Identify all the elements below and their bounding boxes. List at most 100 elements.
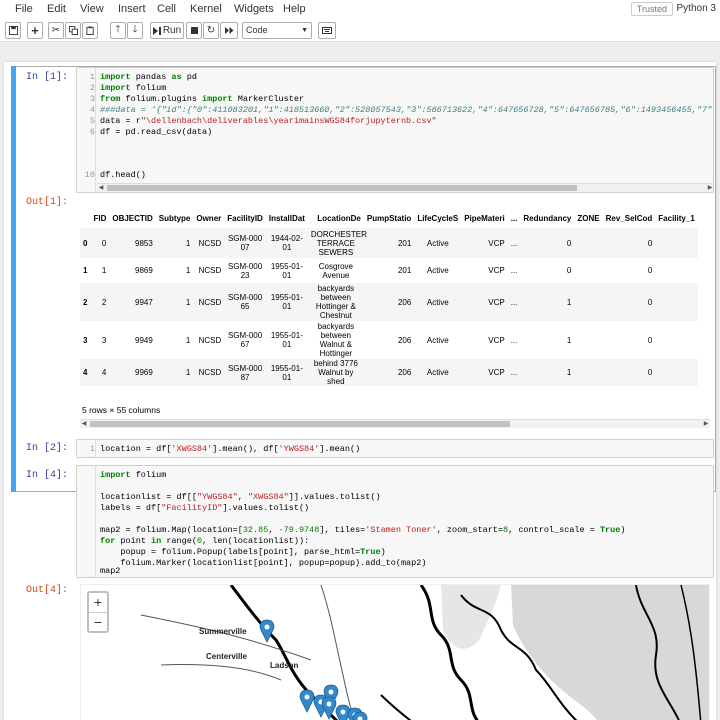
row-index: 4 xyxy=(83,368,88,377)
cell-4-output-prompt: Out[4]: xyxy=(25,585,68,596)
map-marker-icon[interactable] xyxy=(335,704,351,720)
menu-insert[interactable]: Insert xyxy=(118,3,146,15)
copy-icon xyxy=(68,26,78,35)
step-forward-icon xyxy=(152,26,161,35)
move-down-button[interactable]: 🡓 xyxy=(127,22,143,39)
table-cell xyxy=(574,228,602,258)
table-cell: 1955-01-01 xyxy=(270,363,303,382)
table-cell: ... xyxy=(510,297,518,307)
move-up-button[interactable]: 🡑 xyxy=(110,22,126,39)
refresh-icon: ↻ xyxy=(206,25,216,36)
cut-button[interactable]: ✂ xyxy=(48,22,64,39)
table-cell: Active xyxy=(426,266,449,275)
table-cell: NCSD xyxy=(198,368,222,377)
menu-bar: File Edit View Insert Cell Kernel Widget… xyxy=(0,0,720,18)
row-index: 0 xyxy=(83,238,88,248)
copy-button[interactable] xyxy=(65,22,81,39)
menu-edit[interactable]: Edit xyxy=(47,3,66,15)
column-header: ZONE xyxy=(577,213,600,223)
table-row: 4 4 9969 1 NCSD SGM-00087 1955-01-01 behind 377… xyxy=(80,359,698,386)
map-marker-icon[interactable] xyxy=(259,619,275,643)
table-cell: 1 xyxy=(185,368,191,377)
table-cell: 201 xyxy=(397,238,412,248)
code-horizontal-scrollbar[interactable]: ◀ ▶ xyxy=(97,183,713,192)
cell-type-select[interactable]: Code ▼ xyxy=(242,22,312,39)
table-cell: NCSD xyxy=(198,297,222,307)
table-cell xyxy=(655,283,697,321)
table-cell: 1 xyxy=(566,368,572,377)
column-header: InstallDat xyxy=(268,213,305,223)
table-cell: SGM-00067 xyxy=(227,331,263,349)
table-shape: 5 rows × 55 columns xyxy=(82,405,161,415)
table-cell: DORCHESTER TERRACE SEWERS xyxy=(310,229,367,257)
map-marker-icon[interactable] xyxy=(299,689,315,713)
menu-widgets[interactable]: Widgets xyxy=(234,3,274,15)
cell-4-input[interactable]: import folium locationlist = df[["YWGS84… xyxy=(76,465,714,578)
trusted-indicator[interactable]: Trusted xyxy=(630,2,673,16)
table-cell: 0 xyxy=(647,335,653,345)
cell-2-input[interactable]: 1 location = df['XWGS84'].mean(), df['YWG… xyxy=(76,439,714,458)
menu-view[interactable]: View xyxy=(80,3,104,15)
keyboard-icon xyxy=(322,27,332,34)
map-marker-icon[interactable] xyxy=(352,711,368,720)
folium-map[interactable]: + − Summerville Centerville Ladson xyxy=(80,584,710,720)
cell-2-prompt: In [2]: xyxy=(25,443,68,454)
save-button[interactable] xyxy=(5,22,21,39)
table-cell: ... xyxy=(510,335,518,345)
arrow-down-icon: 🡓 xyxy=(132,24,138,35)
table-cell: ... xyxy=(510,266,518,275)
kernel-name[interactable]: Python 3 xyxy=(677,3,716,14)
scrollbar-thumb[interactable] xyxy=(107,185,577,191)
table-cell: 2 xyxy=(101,297,107,307)
insert-cell-button[interactable]: + xyxy=(27,22,43,39)
table-cell: backyards between Walnut & Hottinger xyxy=(317,322,355,358)
command-palette-button[interactable] xyxy=(318,22,336,39)
selected-cell-indicator xyxy=(11,66,16,492)
table-cell: Active xyxy=(426,238,449,248)
scroll-left-icon: ◀ xyxy=(81,421,87,427)
table-cell: ... xyxy=(510,238,518,248)
menu-help[interactable]: Help xyxy=(283,3,306,15)
cell-4-prompt: In [4]: xyxy=(25,470,68,481)
table-cell: 0 xyxy=(647,297,653,307)
notebook-container: In [1]: 1 import pandas as pd 2 import fol… xyxy=(4,62,716,720)
toolbar: + ✂ 🡑 🡓 Run ↻ Code ▼ xyxy=(0,18,720,42)
scroll-right-icon: ▶ xyxy=(703,421,709,427)
table-cell: Cosgrove Avenue xyxy=(318,261,353,280)
table-cell: 3 xyxy=(101,335,107,345)
menu-kernel[interactable]: Kernel xyxy=(190,3,222,15)
column-header: PumpStatio xyxy=(366,213,412,223)
index-header xyxy=(80,208,90,228)
table-cell: behind 3776 Walnut by shed xyxy=(313,359,358,386)
table-cell: NCSD xyxy=(198,335,222,345)
restart-run-all-button[interactable] xyxy=(220,22,238,39)
cell-1-prompt: In [1]: xyxy=(25,72,68,83)
map-marker-icon[interactable] xyxy=(321,696,337,720)
column-header: LifeCycleS xyxy=(417,213,459,223)
paste-button[interactable] xyxy=(82,22,98,39)
table-cell: VCP xyxy=(488,266,505,275)
row-index: 3 xyxy=(83,335,88,345)
output-horizontal-scrollbar[interactable]: ◀ ▶ xyxy=(80,419,710,428)
plus-icon: + xyxy=(31,23,39,38)
table-cell: 0 xyxy=(647,238,653,248)
table-cell: VCP xyxy=(488,335,505,345)
table-cell: ... xyxy=(510,368,518,377)
interrupt-button[interactable] xyxy=(186,22,202,39)
table-cell: backyards between Hottinger & Chestnut xyxy=(315,284,356,320)
table-header-row: FID OBJECTID Subtype Owner FacilityID In… xyxy=(80,208,698,228)
table-cell xyxy=(655,321,697,359)
scrollbar-thumb[interactable] xyxy=(90,421,510,427)
menu-file[interactable]: File xyxy=(15,3,33,15)
table-cell: 1 xyxy=(185,266,191,275)
table-cell xyxy=(655,228,697,258)
paste-icon xyxy=(85,26,94,35)
table-cell: 206 xyxy=(397,297,412,307)
table-cell: NCSD xyxy=(198,238,222,248)
menu-cell[interactable]: Cell xyxy=(157,3,176,15)
column-header: FID xyxy=(93,213,107,223)
cell-1-input[interactable]: 1 import pandas as pd 2 import folium 3 fro… xyxy=(76,67,714,193)
restart-button[interactable]: ↻ xyxy=(203,22,219,39)
run-button[interactable]: Run xyxy=(150,22,184,39)
table-cell: 1 xyxy=(185,335,191,345)
